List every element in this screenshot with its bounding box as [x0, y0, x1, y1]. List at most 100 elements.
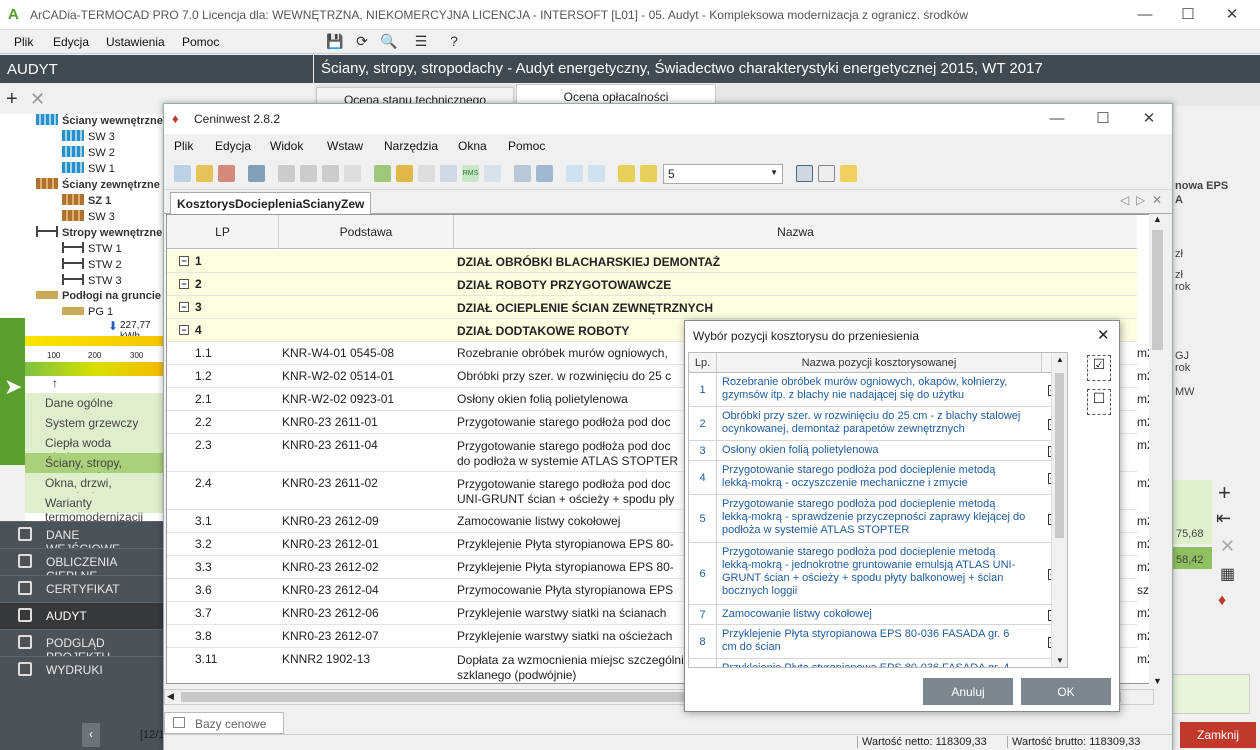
delete-icon[interactable]	[344, 165, 361, 182]
tree-item-selected[interactable]: SZ 1	[62, 194, 111, 207]
help-icon[interactable]: ?	[445, 33, 463, 51]
ceninwest-icon[interactable]: ♦	[1218, 592, 1226, 610]
preview-icon[interactable]: 🔍	[380, 33, 398, 51]
view-table-icon[interactable]	[818, 165, 835, 182]
dialog-list-item[interactable]: 6 Przygotowanie starego podłoża pod docie…	[689, 543, 1067, 605]
close-icon[interactable]: ✕	[1097, 326, 1110, 344]
section-obliczenia-cieplne[interactable]: OBLICZENIA CIEPLNE	[0, 548, 165, 583]
save-icon[interactable]: 💾	[326, 33, 344, 51]
tree-group[interactable]: Stropy wewnętrzne	[36, 226, 162, 239]
dialog-list-item[interactable]: 4 Przygotowanie starego podłoża pod docie…	[689, 461, 1067, 495]
save-icon[interactable]	[218, 165, 235, 182]
close-icon[interactable]: ✕	[1212, 4, 1252, 26]
tree-item[interactable]: SW 3	[62, 130, 115, 143]
menu-ustawienia[interactable]: Ustawienia	[106, 35, 165, 49]
chart-icon[interactable]	[484, 165, 501, 182]
tab-close-icon[interactable]: ✕	[1152, 193, 1162, 207]
add-icon[interactable]: +	[1218, 480, 1231, 506]
close-icon[interactable]: ✕	[1129, 108, 1169, 130]
copy-icon[interactable]	[300, 165, 317, 182]
maximize-icon[interactable]: ☐	[1083, 108, 1123, 130]
menu-wstaw[interactable]: Wstaw	[327, 139, 363, 153]
print-icon[interactable]	[248, 165, 265, 182]
dialog-list-item[interactable]: 3Osłony okien folią polietylenowa✓	[689, 441, 1067, 461]
collapse-icon[interactable]: −	[179, 279, 189, 289]
delete-icon[interactable]: ✕	[1220, 536, 1235, 557]
section-row[interactable]: −2 DZIAŁ ROBOTY PRZYGOTOWAWCZE	[167, 273, 1137, 296]
dialog-list-item[interactable]: 2 Obróbki przy szer. w rozwinięciu do 25 …	[689, 407, 1067, 441]
refresh-icon[interactable]: ⟳	[353, 33, 371, 51]
wizard-icon[interactable]	[840, 165, 857, 182]
open-icon[interactable]	[196, 165, 213, 182]
tree-item[interactable]: STW 2	[62, 258, 122, 271]
dialog-scroll-thumb[interactable]	[1055, 373, 1064, 538]
paste-icon[interactable]	[322, 165, 339, 182]
cut-icon[interactable]	[278, 165, 295, 182]
menu-pomoc[interactable]: Pomoc	[182, 35, 219, 49]
move-icon[interactable]: ⇤	[1216, 508, 1231, 529]
menu-okna[interactable]: Okna	[458, 139, 487, 153]
menu-widok[interactable]: Widok	[270, 139, 303, 153]
section-wydruki[interactable]: WYDRUKI	[0, 656, 165, 683]
column-nazwa[interactable]: Nazwa	[454, 215, 1137, 249]
submenu-warianty[interactable]: Warianty termomodernizacji	[25, 493, 165, 524]
sort2-icon[interactable]	[588, 165, 605, 182]
tree-item[interactable]: PG 1	[62, 306, 113, 318]
tab-prev-icon[interactable]: ◁	[1120, 193, 1129, 207]
menu-plik[interactable]: Plik	[174, 139, 193, 153]
menu-pomoc[interactable]: Pomoc	[508, 139, 545, 153]
submenu-sciany-stropy[interactable]: Ściany, stropy, stropodachy	[25, 453, 165, 484]
tab-next-icon[interactable]: ▷	[1136, 193, 1145, 207]
submenu-okna-drzwi[interactable]: Okna, drzwi, wentylacja	[25, 473, 165, 504]
maximize-icon[interactable]: ☐	[1168, 4, 1208, 26]
section-row[interactable]: −3 DZIAŁ OCIEPLENIE ŚCIAN ZEWNĘTRZNYCH	[167, 296, 1137, 319]
menu-edycja[interactable]: Edycja	[215, 139, 251, 153]
layers-icon[interactable]: ☰	[412, 33, 430, 51]
insert-item-icon[interactable]	[396, 165, 413, 182]
scroll-up-icon[interactable]: ▲	[1056, 355, 1064, 364]
dialog-list-item[interactable]: 7Zamocowanie listwy cokołowej✓	[689, 605, 1067, 625]
zamknij-button[interactable]: Zamknij	[1180, 722, 1256, 748]
ok-button[interactable]: OK	[1021, 678, 1111, 705]
tree-item[interactable]: SW 2	[62, 146, 115, 159]
dialog-list-item[interactable]: Przyklejenie Płyta styropianowa EPS 80-0…	[689, 659, 1067, 667]
document-tab[interactable]: KosztorysDociepleniaScianyZew	[170, 192, 372, 214]
collapse-icon[interactable]: −	[179, 256, 189, 266]
deselect-all-icon[interactable]: ☐	[1087, 389, 1111, 415]
tree-icon[interactable]	[418, 165, 435, 182]
submenu-dane-ogolne[interactable]: Dane ogólne	[25, 393, 165, 413]
dialog-list-item[interactable]: 8 Przyklejenie Płyta styropianowa EPS 80-…	[689, 625, 1067, 659]
view-list-icon[interactable]	[796, 165, 813, 182]
select-all-icon[interactable]: ☑	[1087, 355, 1111, 381]
scroll-left-icon[interactable]: ◀	[167, 691, 174, 702]
tree-item[interactable]: SW 3	[62, 210, 115, 223]
scroll-down-icon[interactable]: ▼	[1056, 656, 1064, 665]
collapse-icon[interactable]: −	[179, 302, 189, 312]
calculator-icon[interactable]: ▦	[1220, 564, 1235, 584]
dialog-scrollbar[interactable]: ▲ ▼	[1051, 353, 1067, 667]
minimize-icon[interactable]: —	[1037, 108, 1077, 130]
scroll-thumb[interactable]	[1152, 230, 1163, 350]
section-podglad-projektu[interactable]: PODGLĄD PROJEKTU	[0, 629, 165, 664]
tree-group[interactable]: Ściany zewnętrzne	[36, 178, 160, 191]
sort-icon[interactable]	[566, 165, 583, 182]
menu-narzedzia[interactable]: Narzędzia	[384, 139, 438, 153]
book-icon[interactable]	[440, 165, 457, 182]
scroll-up-icon[interactable]: ▲	[1153, 214, 1162, 224]
chevron-left-icon[interactable]: ‹	[82, 723, 100, 747]
column-lp[interactable]: LP	[167, 215, 279, 249]
section-certyfikat[interactable]: CERTYFIKAT	[0, 575, 165, 602]
menu-plik[interactable]: Plik	[14, 35, 33, 49]
scroll-down-icon[interactable]: ▼	[1153, 676, 1162, 686]
tree-item[interactable]: SW 1	[62, 162, 115, 175]
column-podstawa[interactable]: Podstawa	[279, 215, 454, 249]
new-icon[interactable]	[174, 165, 191, 182]
tree-group[interactable]: Ściany wewnętrzne	[36, 114, 163, 127]
cancel-button[interactable]: Anuluj	[923, 678, 1013, 705]
add-icon[interactable]: +	[6, 88, 18, 111]
section-row[interactable]: −1 DZIAŁ OBRÓBKI BLACHARSKIEJ DEMONTAŻ	[167, 250, 1137, 273]
tree-item[interactable]: STW 3	[62, 274, 122, 287]
minimize-icon[interactable]: —	[1125, 4, 1165, 26]
table-icon[interactable]	[514, 165, 531, 182]
section-audyt[interactable]: AUDYT	[0, 602, 165, 629]
